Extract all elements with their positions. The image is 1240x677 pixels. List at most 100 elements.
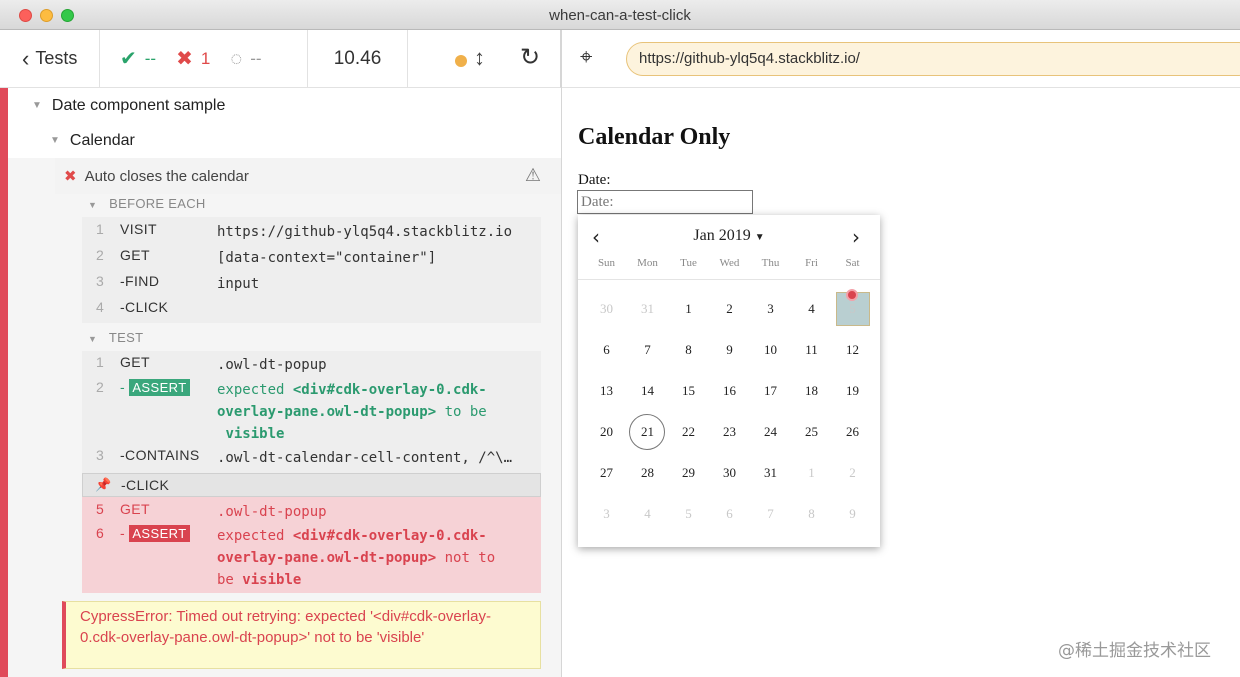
calendar-day[interactable]: 2 [709,291,750,327]
test-commands: 1 GET .owl-dt-popup 2 - ASSERT expected … [82,351,541,473]
calendar-day[interactable]: 1 [668,291,709,327]
calendar-day[interactable]: 31 [750,455,791,491]
command-number: 3 [96,447,104,463]
pinned-command-row[interactable]: 📌 -CLICK [82,473,541,497]
calendar-day[interactable]: 26 [832,414,873,450]
calendar-day[interactable]: 7 [750,496,791,532]
calendar-divider [578,279,880,280]
caret-down-icon: ▼ [50,135,60,146]
failed-commands: 5 GET .owl-dt-popup 6 - ASSERT expected … [82,497,541,593]
tests-button[interactable]: ‹ Tests [0,30,100,87]
command-row[interactable]: 4 -CLICK [82,299,541,321]
calendar-day[interactable]: 19 [832,373,873,409]
command-row[interactable]: 1 VISIT https://github-ylq5q4.stackblitz… [82,221,541,243]
passed-count: -- [144,48,157,68]
calendar-day[interactable]: 30 [586,291,627,327]
calendar-day[interactable]: 17 [750,373,791,409]
passed-stat[interactable]: ✔ -- [120,49,156,69]
reporter-controls: ↕ ↻ [408,30,561,87]
command-number: 1 [96,354,104,370]
warning-icon: ⚠ [524,165,541,185]
calendar-popup: ‹ Jan 2019 ▼ › Sun Mon Tue Wed Thu Fri Sat 30 3… [578,215,880,547]
calendar-day[interactable]: 6 [586,332,627,368]
command-row[interactable]: 3 -FIND input [82,273,541,295]
command-number: 2 [96,247,104,263]
command-message: .owl-dt-calendar-cell-content, /^\… [217,450,513,466]
calendar-day[interactable]: 22 [668,414,709,450]
calendar-day[interactable]: 29 [668,455,709,491]
suite-root[interactable]: ▼ Date component sample [8,88,561,123]
calendar-day[interactable]: 11 [791,332,832,368]
test-row[interactable]: ✖ Auto closes the calendar ⚠ [55,158,561,194]
tests-label: Tests [35,48,78,68]
calendar-day[interactable]: 5 [832,291,873,327]
url-bar[interactable]: https://github-ylq5q4.stackblitz.io/ [626,42,1240,76]
calendar-day[interactable]: 27 [586,455,627,491]
date-input[interactable]: Date: [577,190,753,214]
weekday-label: Sat [845,257,860,269]
calendar-day[interactable]: 4 [627,496,668,532]
period-button[interactable]: Jan 2019 ▼ [578,227,880,245]
calendar-day[interactable]: 23 [709,414,750,450]
weekday-label: Wed [719,257,740,269]
assert-badge: ASSERT [129,379,190,396]
calendar-day[interactable]: 5 [668,496,709,532]
calendar-day[interactable]: 14 [627,373,668,409]
page-title: Calendar Only [578,124,731,150]
command-row[interactable]: 2 - ASSERT expected <div#cdk-overlay-0.c… [82,379,541,447]
command-row[interactable]: 5 GET .owl-dt-popup [82,501,541,523]
command-row[interactable]: 3 -CONTAINS .owl-dt-calendar-cell-conten… [82,447,541,469]
command-name: - ASSERT [120,379,190,396]
command-row[interactable]: 1 GET .owl-dt-popup [82,354,541,376]
next-month-button[interactable]: › [852,225,860,249]
calendar-day[interactable]: 15 [668,373,709,409]
calendar-day[interactable]: 9 [709,332,750,368]
date-label: Date: [578,172,611,188]
calendar-day[interactable]: 7 [627,332,668,368]
calendar-day[interactable]: 18 [791,373,832,409]
calendar-day[interactable]: 28 [627,455,668,491]
calendar-day[interactable]: 25 [791,414,832,450]
calendar-day[interactable]: 10 [750,332,791,368]
calendar-day[interactable]: 24 [750,414,791,450]
weekday-label: Sun [597,257,616,269]
calendar-day[interactable]: 30 [709,455,750,491]
command-number: 6 [96,525,104,541]
calendar-day[interactable]: 2 [832,455,873,491]
calendar-day[interactable]: 8 [791,496,832,532]
suite-title: Calendar [69,131,135,149]
reload-icon[interactable]: ↻ [520,43,540,72]
calendar-day[interactable]: 8 [668,332,709,368]
calendar-day[interactable]: 12 [832,332,873,368]
weekday-label: Fri [805,257,818,269]
failed-count: 1 [200,48,211,68]
calendar-day[interactable]: 1 [791,455,832,491]
command-message: expected <div#cdk-overlay-0.cdk-overlay-… [217,382,487,442]
calendar-day[interactable]: 31 [627,291,668,327]
error-message[interactable]: CypressError: Timed out retrying: expect… [62,601,541,669]
pending-stat[interactable]: ◌ -- [230,49,261,69]
crosshair-icon[interactable]: ⌖ [580,44,592,70]
auto-scroll-icon[interactable]: ↕ [474,45,485,71]
command-row[interactable]: 6 - ASSERT expected <div#cdk-overlay-0.c… [82,525,541,591]
calendar-day[interactable]: 13 [586,373,627,409]
failure-indicator-strip [0,88,8,677]
calendar-day[interactable]: 3 [750,291,791,327]
failed-stat[interactable]: ✖ 1 [176,49,210,69]
command-row[interactable]: 2 GET [data-context="container"] [82,247,541,269]
hook-test[interactable]: ▼ TEST [88,330,143,345]
calendar-day[interactable]: 4 [791,291,832,327]
calendar-day[interactable]: 9 [832,496,873,532]
command-message: .owl-dt-popup [217,357,327,373]
spinner-icon: ◌ [230,47,243,70]
before-each-commands: 1 VISIT https://github-ylq5q4.stackblitz… [82,217,541,323]
calendar-day[interactable]: 3 [586,496,627,532]
command-number: 2 [96,379,104,395]
command-message: expected <div#cdk-overlay-0.cdk-overlay-… [217,528,496,588]
suite-child[interactable]: ▼ Calendar [8,123,561,158]
calendar-day[interactable]: 21 [627,414,668,450]
calendar-day[interactable]: 20 [586,414,627,450]
calendar-day[interactable]: 16 [709,373,750,409]
hook-before-each[interactable]: ▼ BEFORE EACH [88,196,206,211]
calendar-day[interactable]: 6 [709,496,750,532]
